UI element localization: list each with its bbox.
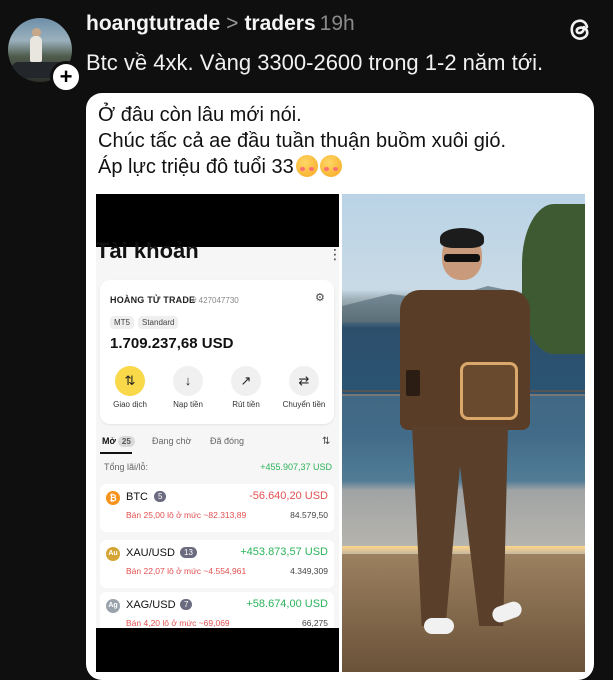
action-deposit: ↓ Nạp tiền [160,366,216,409]
post-header: hoangtutrade > traders 19h [86,12,355,36]
tab-open: Mở 25 [102,436,135,447]
wooden-deck-image [342,554,585,672]
position-symbol: XAU/USD [126,547,175,559]
open-count-badge: 25 [117,436,135,447]
withdraw-icon: ↗ [231,366,261,396]
positions-tabs: Mở 25 Đang chờ Đã đóng ⇅ [96,432,339,454]
deposit-icon: ↓ [173,366,203,396]
position-pnl: -56.640,20 USD [249,490,328,502]
position-price: 84.579,50 [290,510,328,520]
action-trade: ⇅ Giao dịch [102,366,158,409]
platform-chip: MT5 [110,316,134,329]
action-label: Giao dịch [113,400,147,409]
sneaker-image [424,618,454,634]
avatar-figure [30,36,42,62]
smiling-hearts-emoji-icon [295,155,318,177]
smiling-hearts-emoji-icon [319,155,342,177]
account-card: HOÀNG TỬ TRADE # 427047730 ⚙ MT5 Standar… [100,280,334,424]
total-pnl-row: Tổng lãi/lỗ: +455.907,37 USD [104,462,332,472]
post-time: 19h [319,12,355,35]
redaction-bar-bottom [96,628,339,672]
btc-coin-icon: ₿ [106,491,120,505]
topic-link[interactable]: traders [244,12,315,35]
coffee-cup-image [406,370,420,396]
man-hair-image [440,228,484,248]
position-pnl: +453.873,57 USD [240,546,328,558]
quote-line-1: Ở đâu còn lâu mới nói. [98,104,302,126]
tab-closed: Đã đóng [210,436,245,446]
lifestyle-photo [342,194,585,672]
position-row: Au XAU/USD 13 +453.873,57 USD Bán 22,07 … [100,540,334,588]
action-withdraw: ↗ Rút tiền [218,366,274,409]
tab-pending: Đang chờ [152,436,192,446]
account-title: Tài khoản [96,238,199,263]
position-detail: Bán 22,07 lô ở mức ~4.554,961 [126,566,247,576]
account-balance: 1.709.237,68 USD [110,335,234,352]
more-options-icon: ⋮ [328,246,339,262]
action-transfer: ⇄ Chuyển tiền [276,366,332,409]
total-pnl-label: Tổng lãi/lỗ: [104,462,149,472]
action-label: Nạp tiền [173,400,203,409]
sort-icon: ⇅ [322,436,331,447]
post-text: Btc về 4xk. Vàng 3300-2600 trong 1-2 năm… [86,50,544,75]
quote-line-3-row: Áp lực triệu đô tuổi 33 [98,154,506,180]
account-type-chip: Standard [138,316,179,329]
active-tab-underline [100,452,132,454]
position-count-badge: 13 [180,547,197,558]
position-symbol: XAG/USD [126,599,176,611]
total-pnl-value: +455.907,37 USD [260,462,332,472]
position-symbol: BTC [126,491,148,503]
silver-coin-icon: Ag [106,599,120,613]
position-detail: Bán 4,20 lô ở mức ~69,069 [126,618,230,628]
position-count-badge: 5 [154,491,167,502]
quoted-image-card[interactable]: Ở đâu còn lâu mới nói. Chúc tấc cả ae đầ… [86,93,594,680]
follow-plus-button[interactable]: + [50,61,82,93]
position-row: ₿ BTC 5 -56.640,20 USD Bán 25,00 lô ở mứ… [100,484,334,532]
action-label: Chuyển tiền [282,400,326,409]
tree-image [522,204,585,354]
quote-line-2: Chúc tấc cả ae đầu tuần thuận buồm xuôi … [98,130,507,152]
trading-app-screenshot: Tài khoản ⋮ HOÀNG TỬ TRADE # 427047730 ⚙… [96,194,339,672]
quote-caption: Ở đâu còn lâu mới nói. Chúc tấc cả ae đầ… [98,102,506,180]
username-link[interactable]: hoangtutrade [86,12,220,35]
tab-open-label: Mở [102,436,116,446]
transfer-icon: ⇄ [289,366,319,396]
action-label: Rút tiền [232,400,260,409]
topic-separator-icon: > [226,12,239,35]
position-pnl: +58.674,00 USD [246,598,328,610]
position-count-badge: 7 [180,599,193,610]
settings-gear-icon: ⚙ [315,292,325,304]
account-id: # 427047730 [192,296,239,305]
sunglasses-image [444,254,480,262]
account-name: HOÀNG TỬ TRADE [110,295,196,305]
crossbody-bag-image [460,362,518,420]
trade-icon: ⇅ [115,366,145,396]
gold-coin-icon: Au [106,547,120,561]
threads-logo-icon[interactable] [565,14,595,44]
position-price: 66,275 [302,618,328,628]
quote-line-3: Áp lực triệu đô tuổi 33 [98,156,294,178]
position-detail: Bán 25,00 lô ở mức ~82.313,89 [126,510,247,520]
position-price: 4.349,309 [290,566,328,576]
